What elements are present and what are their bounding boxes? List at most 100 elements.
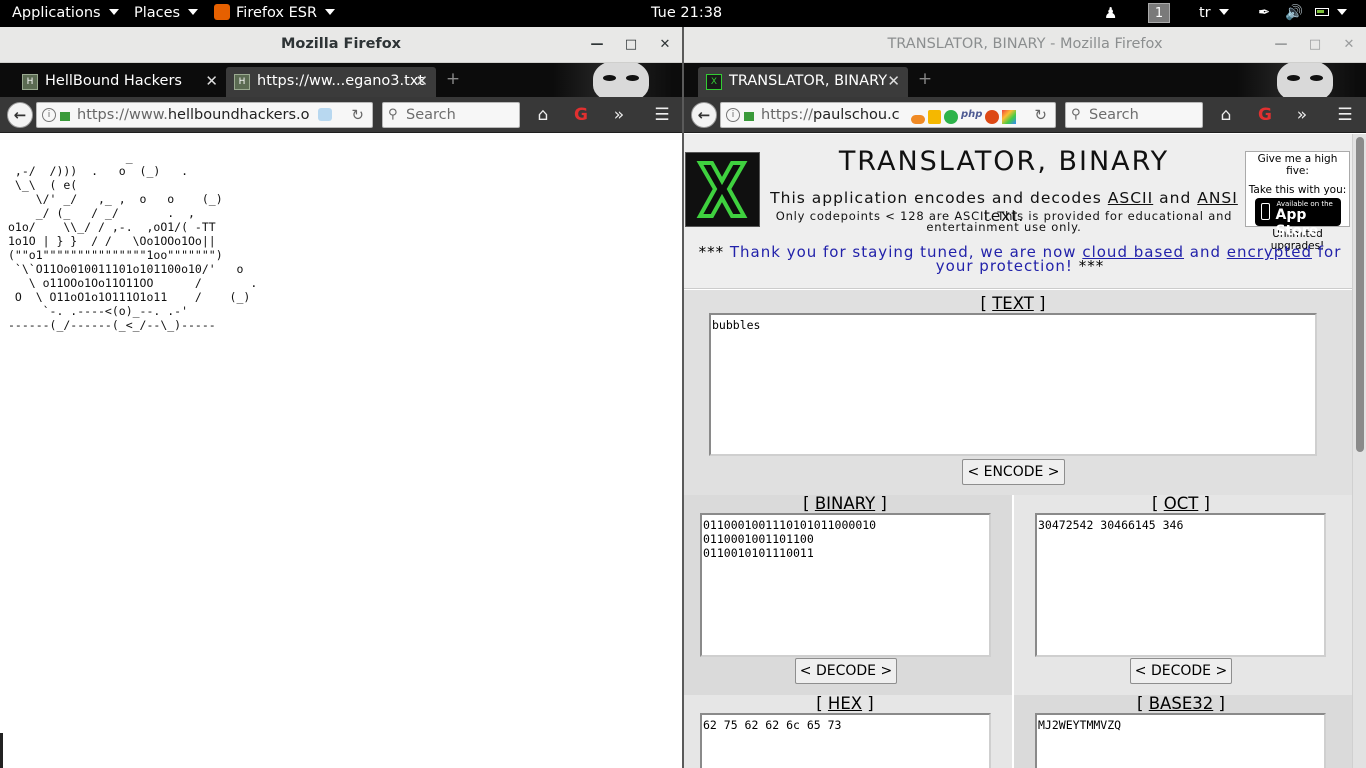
extension-icon[interactable]: G: [1254, 104, 1276, 126]
chevron-down-icon: [108, 9, 119, 15]
close-tab-icon[interactable]: ✕: [415, 67, 428, 95]
pen-icon[interactable]: ✒: [1258, 0, 1270, 27]
url-bar[interactable]: i https://www.hellboundhackers.o ↻: [36, 102, 373, 128]
keyboard-label: tr: [1199, 5, 1211, 21]
reload-icon[interactable]: ↻: [351, 103, 364, 127]
binary-decode-button[interactable]: < DECODE >: [795, 658, 897, 684]
colors-icon[interactable]: [1002, 110, 1017, 124]
cloud-icon[interactable]: [911, 115, 925, 124]
tab-stegano3[interactable]: H https://ww...egano3.txt ✕: [226, 67, 436, 97]
encrypted-link[interactable]: encrypted: [1227, 243, 1312, 261]
subtitle-text: and: [1153, 189, 1198, 207]
hamburger-menu-icon[interactable]: ☰: [651, 104, 673, 126]
app-store-badge[interactable]: Available on the App Store: [1254, 198, 1341, 239]
keyboard-layout[interactable]: tr: [1199, 0, 1229, 27]
bracket: ]: [1198, 494, 1210, 513]
oct-section-link[interactable]: OCT: [1164, 494, 1199, 513]
info-icon[interactable]: i: [726, 108, 740, 122]
minimize-button[interactable]: —: [1266, 27, 1296, 63]
battery-menu[interactable]: [1315, 0, 1347, 27]
base32-output[interactable]: MJ2WEYTMMVZQ: [1035, 713, 1326, 768]
new-tab-icon[interactable]: +: [444, 71, 462, 89]
close-tab-icon[interactable]: ✕: [887, 67, 900, 95]
oct-output[interactable]: 30472542 30466145 346: [1035, 513, 1326, 657]
ascii-link[interactable]: ASCII: [1108, 189, 1153, 207]
search-placeholder: Search: [406, 107, 456, 123]
maximize-button[interactable]: □: [616, 27, 646, 63]
search-box[interactable]: ⚲ Search: [382, 102, 520, 128]
bracket: [: [803, 494, 815, 513]
addon-icons[interactable]: php: [911, 108, 1017, 127]
app-store-promo[interactable]: Give me a high five: Take this with you:…: [1245, 151, 1350, 252]
search-box[interactable]: ⚲ Search: [1065, 102, 1203, 128]
chevron-down-icon: [1218, 9, 1229, 15]
bracket: ]: [862, 694, 874, 713]
home-icon[interactable]: ⌂: [1215, 104, 1237, 126]
workspace-indicator[interactable]: 1: [1148, 3, 1170, 23]
search-icon: ⚲: [388, 107, 398, 122]
close-button[interactable]: ✕: [1334, 27, 1364, 63]
translator-logo[interactable]: [685, 152, 760, 227]
tab-hellbound-hackers[interactable]: H HellBound Hackers ✕: [14, 67, 226, 97]
pocket-icon[interactable]: [318, 108, 332, 121]
tab-translator-binary[interactable]: X TRANSLATOR, BINARY ✕: [698, 67, 908, 97]
hamburger-menu-icon[interactable]: ☰: [1334, 104, 1356, 126]
shield-icon[interactable]: [928, 110, 941, 124]
binary-section-link[interactable]: BINARY: [815, 494, 875, 513]
left-firefox-window: Mozilla Firefox — □ ✕ H HellBound Hacker…: [0, 27, 682, 768]
window-titlebar[interactable]: TRANSLATOR, BINARY - Mozilla Firefox — □…: [684, 27, 1366, 63]
maximize-button[interactable]: □: [1300, 27, 1330, 63]
back-arrow-icon[interactable]: ←: [691, 102, 717, 128]
subtitle-text: This application encodes and decodes: [770, 189, 1108, 207]
bracket: [: [980, 294, 993, 313]
hex-section-link[interactable]: HEX: [828, 694, 862, 713]
base32-section-link[interactable]: BASE32: [1149, 694, 1214, 713]
overflow-menu-icon[interactable]: »: [608, 104, 630, 126]
hex-output[interactable]: 62 75 62 62 6c 65 73: [700, 713, 991, 768]
reload-icon[interactable]: ↻: [1034, 103, 1047, 127]
close-button[interactable]: ✕: [650, 27, 680, 63]
php-icon[interactable]: php: [961, 108, 982, 121]
scrollbar-thumb[interactable]: [1356, 137, 1364, 452]
text-input[interactable]: bubbles: [709, 313, 1317, 456]
window-titlebar[interactable]: Mozilla Firefox — □ ✕: [0, 27, 682, 63]
oct-decode-button[interactable]: < DECODE >: [1130, 658, 1232, 684]
tab-strip: H HellBound Hackers ✕ H https://ww...ega…: [0, 63, 682, 97]
encode-button[interactable]: < ENCODE >: [962, 459, 1065, 485]
g-icon[interactable]: [944, 110, 958, 124]
overflow-menu-icon[interactable]: »: [1291, 104, 1313, 126]
minimize-button[interactable]: —: [582, 27, 612, 63]
bracket: ]: [1213, 694, 1225, 713]
new-tab-icon[interactable]: +: [916, 71, 934, 89]
right-firefox-window: TRANSLATOR, BINARY - Mozilla Firefox — □…: [684, 27, 1366, 768]
ansi-link[interactable]: ANSI: [1197, 189, 1238, 207]
firefox-esr-menu[interactable]: Firefox ESR: [214, 0, 336, 27]
window-divider[interactable]: [682, 27, 684, 768]
window-title: TRANSLATOR, BINARY - Mozilla Firefox: [887, 36, 1163, 52]
extension-icon[interactable]: G: [570, 104, 592, 126]
home-icon[interactable]: ⌂: [532, 104, 554, 126]
page-scrollbar[interactable]: [1352, 134, 1366, 768]
tab-strip: X TRANSLATOR, BINARY ✕ +: [684, 63, 1366, 97]
info-icon[interactable]: i: [42, 108, 56, 122]
clock[interactable]: Tue 21:38: [651, 0, 722, 27]
back-arrow-icon[interactable]: ←: [7, 102, 33, 128]
ubuntu-icon[interactable]: [985, 110, 1000, 124]
bracket: ]: [1033, 294, 1046, 313]
notice-text: and: [1184, 243, 1227, 261]
close-tab-icon[interactable]: ✕: [205, 67, 218, 95]
binary-output[interactable]: 0110001001110101011000010 01100010011011…: [700, 513, 991, 657]
x-logo-icon: [696, 161, 748, 218]
chevron-down-icon: [188, 9, 199, 15]
volume-icon[interactable]: 🔊: [1285, 0, 1303, 27]
badge-big-text: App Store: [1275, 207, 1319, 239]
navigation-toolbar: ← i https://paulschou.c php ↻ ⚲ Search ⌂ …: [684, 97, 1366, 133]
users-icon[interactable]: ♟: [1104, 0, 1117, 27]
url-bar[interactable]: i https://paulschou.c php ↻: [720, 102, 1056, 128]
text-section-link[interactable]: TEXT: [992, 294, 1034, 313]
desktop-corner: [0, 733, 3, 768]
places-menu[interactable]: Places: [134, 0, 199, 27]
chevron-down-icon: [1337, 9, 1347, 15]
theme-mask-image: [553, 63, 673, 97]
applications-menu[interactable]: Applications: [12, 0, 119, 27]
